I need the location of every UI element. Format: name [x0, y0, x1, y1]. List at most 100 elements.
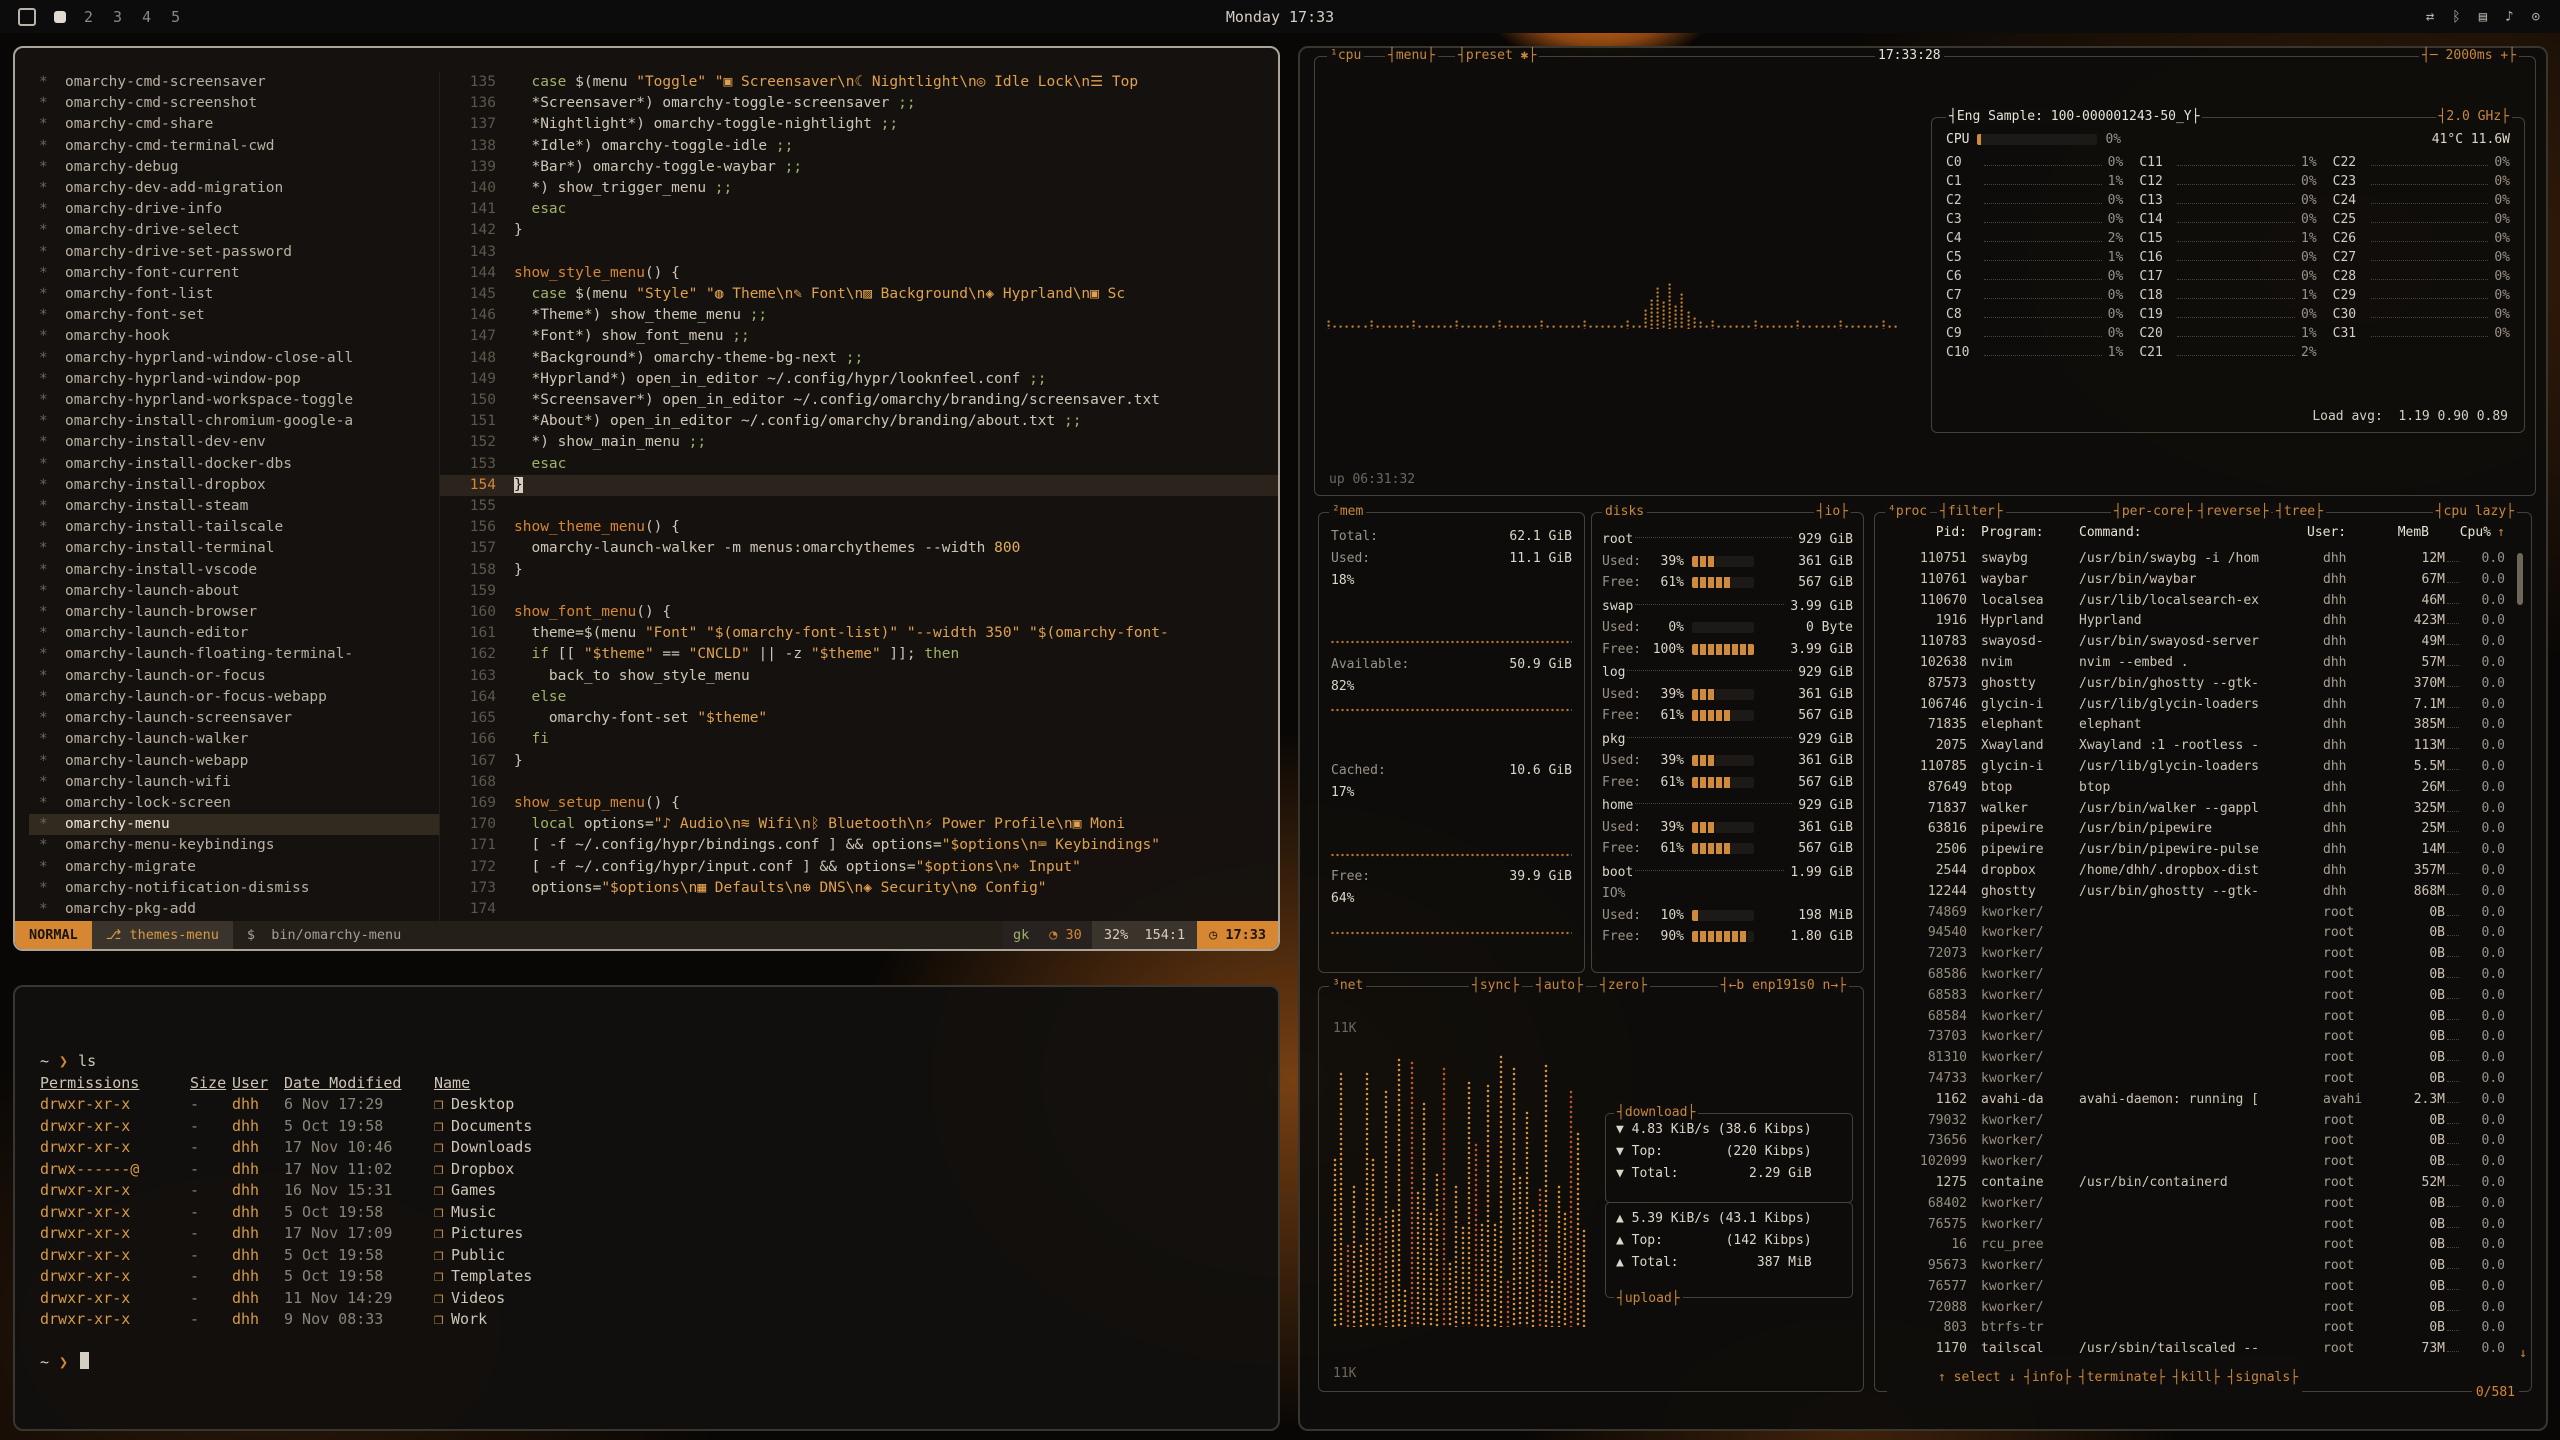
terminal-window[interactable]: ~❯ls Permissions Size User Date Modified… — [13, 985, 1280, 1431]
io-toggle-button[interactable]: ┤io├ — [1814, 504, 1851, 519]
proc-col-user[interactable]: User: — [2307, 525, 2371, 540]
net-sync-button[interactable]: ┤sync├ — [1469, 978, 1522, 993]
process-row[interactable]: 2544dropbox/home/dhh/.dropbox-distdhh357… — [1885, 863, 2505, 884]
terminal-prompt-row[interactable]: ~❯ — [40, 1352, 1278, 1374]
tree-button[interactable]: ┤tree├ — [2273, 504, 2326, 519]
code-line[interactable]: 171 [ -f ~/.config/hypr/bindings.conf ] … — [440, 835, 1278, 856]
file-item[interactable]: *omarchy-launch-editor — [29, 623, 439, 644]
file-item[interactable]: *omarchy-install-chromium-google-a — [29, 411, 439, 432]
workspace-button[interactable]: 2 — [84, 8, 93, 26]
code-line[interactable]: 147 *Font*) show_font_menu ;; — [440, 326, 1278, 347]
code-line[interactable]: 139 *Bar*) omarchy-toggle-waybar ;; — [440, 157, 1278, 178]
file-item[interactable]: *omarchy-pkg-add — [29, 899, 439, 920]
per-core-button[interactable]: ┤per-core├ — [2111, 504, 2195, 519]
file-item[interactable]: *omarchy-cmd-share — [29, 114, 439, 135]
file-item[interactable]: *omarchy-install-docker-dbs — [29, 454, 439, 475]
process-row[interactable]: 87573ghostty/usr/bin/ghostty --gtk-dhh37… — [1885, 676, 2505, 697]
file-item[interactable]: *omarchy-hyprland-window-close-all — [29, 348, 439, 369]
file-item[interactable]: *omarchy-font-list — [29, 284, 439, 305]
code-line[interactable]: 140 *) show_trigger_menu ;; — [440, 178, 1278, 199]
bluetooth-icon[interactable]: ᛒ — [2452, 9, 2460, 25]
file-item[interactable]: *omarchy-drive-info — [29, 199, 439, 220]
file-item[interactable]: *omarchy-launch-wifi — [29, 772, 439, 793]
code-line[interactable]: 146 *Theme*) show_theme_menu ;; — [440, 305, 1278, 326]
reverse-button[interactable]: ┤reverse├ — [2195, 504, 2271, 519]
code-line[interactable]: 173 options="$options\n▦ Defaults\n⊕ DNS… — [440, 878, 1278, 899]
code-line[interactable]: 137 *Nightlight*) omarchy-toggle-nightli… — [440, 114, 1278, 135]
code-line[interactable]: 154} — [440, 475, 1278, 496]
file-item[interactable]: *omarchy-menu-keybindings — [29, 835, 439, 856]
proc-col-command[interactable]: Command: — [2079, 525, 2307, 540]
power-icon[interactable]: ⊙ — [2532, 9, 2540, 25]
os-logo-icon[interactable] — [18, 8, 36, 26]
keyboard-icon[interactable]: ▤ — [2479, 9, 2487, 25]
process-row[interactable]: 73703kworker/root0B0.0 — [1885, 1029, 2505, 1050]
process-row[interactable]: 74733kworker/root0B0.0 — [1885, 1071, 2505, 1092]
kill-button[interactable]: ┤kill├ — [2173, 1370, 2220, 1385]
terminate-button[interactable]: ┤terminate├ — [2079, 1370, 2165, 1385]
file-item[interactable]: *omarchy-install-dropbox — [29, 475, 439, 496]
code-line[interactable]: 162 if [[ "$theme" == "CNCLD" || -z "$th… — [440, 644, 1278, 665]
code-line[interactable]: 164 else — [440, 687, 1278, 708]
file-item[interactable]: *omarchy-drive-select — [29, 220, 439, 241]
process-row[interactable]: 106746glycin-i/usr/lib/glycin-loadersdhh… — [1885, 697, 2505, 718]
file-item[interactable]: *omarchy-font-current — [29, 263, 439, 284]
process-row[interactable]: 16rcu_preeroot0B0.0 — [1885, 1237, 2505, 1258]
process-row[interactable]: 76575kworker/root0B0.0 — [1885, 1217, 2505, 1238]
code-line[interactable]: 155 — [440, 496, 1278, 517]
workspace-button[interactable]: 3 — [113, 8, 122, 26]
code-line[interactable]: 143 — [440, 242, 1278, 263]
code-line[interactable]: 157 omarchy-launch-walker -m menus:omarc… — [440, 538, 1278, 559]
code-line[interactable]: 141 esac — [440, 199, 1278, 220]
file-item[interactable]: *omarchy-dev-add-migration — [29, 178, 439, 199]
file-item[interactable]: *omarchy-launch-about — [29, 581, 439, 602]
process-row[interactable]: 79032kworker/root0B0.0 — [1885, 1113, 2505, 1134]
code-line[interactable]: 170 local options="♪ Audio\n≋ Wifi\nᛒ Bl… — [440, 814, 1278, 835]
file-item[interactable]: *omarchy-install-tailscale — [29, 517, 439, 538]
file-item[interactable]: *omarchy-cmd-screensaver — [29, 72, 439, 93]
file-item[interactable]: *omarchy-cmd-terminal-cwd — [29, 136, 439, 157]
code-line[interactable]: 144show_style_menu() { — [440, 263, 1278, 284]
process-row[interactable]: 1162avahi-daavahi-daemon: running [avahi… — [1885, 1092, 2505, 1113]
process-row[interactable]: 81310kworker/root0B0.0 — [1885, 1050, 2505, 1071]
code-line[interactable]: 145 case $(menu "Style" "◍ Theme\n✎ Font… — [440, 284, 1278, 305]
process-row[interactable]: 72088kworker/root0B0.0 — [1885, 1300, 2505, 1321]
process-row[interactable]: 110783swayosd-/usr/bin/swayosd-serverdhh… — [1885, 634, 2505, 655]
process-row[interactable]: 95673kworker/root0B0.0 — [1885, 1258, 2505, 1279]
file-item[interactable]: *omarchy-font-set — [29, 305, 439, 326]
file-item[interactable]: *omarchy-hyprland-workspace-toggle — [29, 390, 439, 411]
code-line[interactable]: 166 fi — [440, 729, 1278, 750]
net-auto-button[interactable]: ┤auto├ — [1533, 978, 1586, 993]
file-item[interactable]: *omarchy-hyprland-window-pop — [29, 369, 439, 390]
process-row[interactable]: 74869kworker/root0B0.0 — [1885, 905, 2505, 926]
file-item[interactable]: *omarchy-drive-set-password — [29, 242, 439, 263]
file-item[interactable]: *omarchy-install-dev-env — [29, 432, 439, 453]
process-row[interactable]: 110751swaybg/usr/bin/swaybg -i /homdhh12… — [1885, 551, 2505, 572]
code-line[interactable]: 174 — [440, 899, 1278, 920]
code-line[interactable]: 142} — [440, 220, 1278, 241]
file-item[interactable]: *omarchy-debug — [29, 157, 439, 178]
process-row[interactable]: 63816pipewire/usr/bin/pipewiredhh25M0.0 — [1885, 821, 2505, 842]
file-item[interactable]: *omarchy-notification-dismiss — [29, 878, 439, 899]
proc-col-mem[interactable]: MemB — [2371, 525, 2429, 540]
code-line[interactable]: 135 case $(menu "Toggle" "▣ Screensaver\… — [440, 72, 1278, 93]
code-line[interactable]: 138 *Idle*) omarchy-toggle-idle ;; — [440, 136, 1278, 157]
process-row[interactable]: 102638nvimnvim --embed .dhh57M0.0 — [1885, 655, 2505, 676]
process-row[interactable]: 87649btopbtopdhh26M0.0 — [1885, 780, 2505, 801]
process-row[interactable]: 68584kworker/root0B0.0 — [1885, 1009, 2505, 1030]
process-row[interactable]: 73656kworker/root0B0.0 — [1885, 1133, 2505, 1154]
file-item[interactable]: *omarchy-launch-webapp — [29, 751, 439, 772]
signals-button[interactable]: ┤signals├ — [2228, 1370, 2298, 1385]
file-item[interactable]: *omarchy-install-steam — [29, 496, 439, 517]
code-line[interactable]: 158} — [440, 560, 1278, 581]
file-item[interactable]: *omarchy-launch-or-focus — [29, 666, 439, 687]
file-item[interactable]: *omarchy-launch-screensaver — [29, 708, 439, 729]
menu-button[interactable]: ┤menu├ — [1385, 48, 1438, 63]
file-item[interactable]: *omarchy-launch-walker — [29, 729, 439, 750]
process-row[interactable]: 1275containe/usr/bin/containerdroot52M0.… — [1885, 1175, 2505, 1196]
screencast-icon[interactable]: ⇄ — [2426, 9, 2434, 25]
process-row[interactable]: 110785glycin-i/usr/lib/glycin-loadersdhh… — [1885, 759, 2505, 780]
code-line[interactable]: 136 *Screensaver*) omarchy-toggle-screen… — [440, 93, 1278, 114]
process-row[interactable]: 71837walker/usr/bin/walker --gappldhh325… — [1885, 801, 2505, 822]
code-line[interactable]: 163 back_to show_style_menu — [440, 666, 1278, 687]
